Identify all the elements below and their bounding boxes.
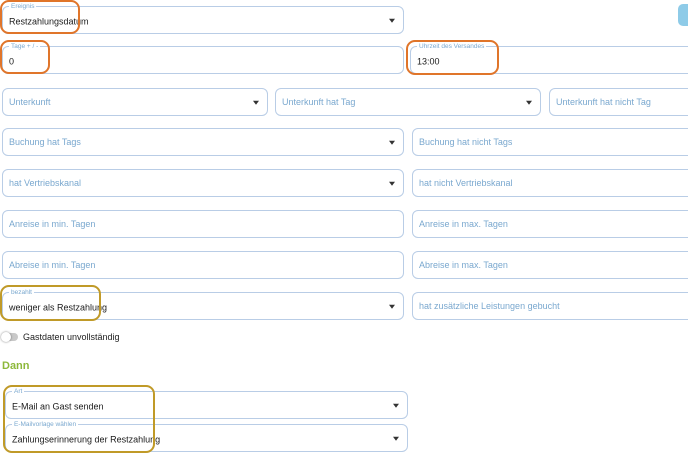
abreise-max-input[interactable]: Abreise in max. Tagen xyxy=(412,251,688,279)
zusaetzliche-leistungen-placeholder: hat zusätzliche Leistungen gebucht xyxy=(419,301,560,311)
uhrzeit-input[interactable]: Uhrzeit des Versandes 13:00 xyxy=(410,42,688,74)
chevron-down-icon xyxy=(526,100,532,105)
art-select[interactable]: Art E-Mail an Gast senden xyxy=(5,387,408,419)
chevron-down-icon xyxy=(389,181,395,186)
bezahlt-select[interactable]: bezahlt weniger als Restzahlung xyxy=(2,288,404,320)
anreise-max-placeholder: Anreise in max. Tagen xyxy=(419,219,508,229)
chevron-down-icon xyxy=(389,18,395,23)
section-title-dann: Dann xyxy=(2,360,30,372)
ereignis-select[interactable]: Ereignis Restzahlungsdatum xyxy=(2,2,404,34)
anreise-min-input[interactable]: Anreise in min. Tagen xyxy=(2,210,404,238)
hat-nicht-vertriebskanal-select[interactable]: hat nicht Vertriebskanal xyxy=(412,169,688,197)
vorlage-label: E-Mailvorlage wählen xyxy=(12,420,79,429)
uhrzeit-value: 13:00 xyxy=(417,56,440,67)
vorlage-select[interactable]: E-Mailvorlage wählen Zahlungserinnerung … xyxy=(5,420,408,452)
unterkunft-hat-tag-placeholder: Unterkunft hat Tag xyxy=(282,97,356,107)
ereignis-value: Restzahlungsdatum xyxy=(9,16,89,27)
anreise-min-placeholder: Anreise in min. Tagen xyxy=(9,219,96,229)
art-value: E-Mail an Gast senden xyxy=(12,401,104,412)
chevron-down-icon xyxy=(389,304,395,309)
ereignis-label: Ereignis xyxy=(9,2,37,11)
bezahlt-value: weniger als Restzahlung xyxy=(9,302,108,313)
anreise-max-input[interactable]: Anreise in max. Tagen xyxy=(412,210,688,238)
chevron-down-icon xyxy=(389,140,395,145)
side-button[interactable] xyxy=(678,4,688,26)
tage-label: Tage + / - xyxy=(9,42,41,51)
abreise-min-placeholder: Abreise in min. Tagen xyxy=(9,260,96,270)
chevron-down-icon xyxy=(393,436,399,441)
unterkunft-placeholder: Unterkunft xyxy=(9,97,51,107)
tage-input[interactable]: Tage + / - 0 xyxy=(2,42,404,74)
vorlage-value: Zahlungserinnerung der Restzahlung xyxy=(12,434,161,445)
unterkunft-hat-tag-select[interactable]: Unterkunft hat Tag xyxy=(275,88,541,116)
gastdaten-toggle-label: Gastdaten unvollständig xyxy=(23,332,120,342)
abreise-max-placeholder: Abreise in max. Tagen xyxy=(419,260,508,270)
unterkunft-hat-nicht-tag-placeholder: Unterkunft hat nicht Tag xyxy=(556,97,651,107)
hat-vertriebskanal-select[interactable]: hat Vertriebskanal xyxy=(2,169,404,197)
hat-vertriebskanal-placeholder: hat Vertriebskanal xyxy=(9,178,82,188)
bezahlt-label: bezahlt xyxy=(9,288,34,297)
buchung-hat-tags-select[interactable]: Buchung hat Tags xyxy=(2,128,404,156)
chevron-down-icon xyxy=(393,403,399,408)
hat-nicht-vertriebskanal-placeholder: hat nicht Vertriebskanal xyxy=(419,178,513,188)
gastdaten-toggle[interactable] xyxy=(1,331,18,342)
abreise-min-input[interactable]: Abreise in min. Tagen xyxy=(2,251,404,279)
toggle-knob xyxy=(1,331,11,342)
buchung-hat-tags-placeholder: Buchung hat Tags xyxy=(9,137,81,147)
unterkunft-hat-nicht-tag-select[interactable]: Unterkunft hat nicht Tag xyxy=(549,88,688,116)
uhrzeit-label: Uhrzeit des Versandes xyxy=(417,42,487,51)
chevron-down-icon xyxy=(253,100,259,105)
buchung-hat-nicht-tags-placeholder: Buchung hat nicht Tags xyxy=(419,137,513,147)
tage-value: 0 xyxy=(9,56,15,67)
unterkunft-select[interactable]: Unterkunft xyxy=(2,88,268,116)
art-label: Art xyxy=(12,387,25,396)
zusaetzliche-leistungen-select[interactable]: hat zusätzliche Leistungen gebucht xyxy=(412,292,688,320)
buchung-hat-nicht-tags-select[interactable]: Buchung hat nicht Tags xyxy=(412,128,688,156)
